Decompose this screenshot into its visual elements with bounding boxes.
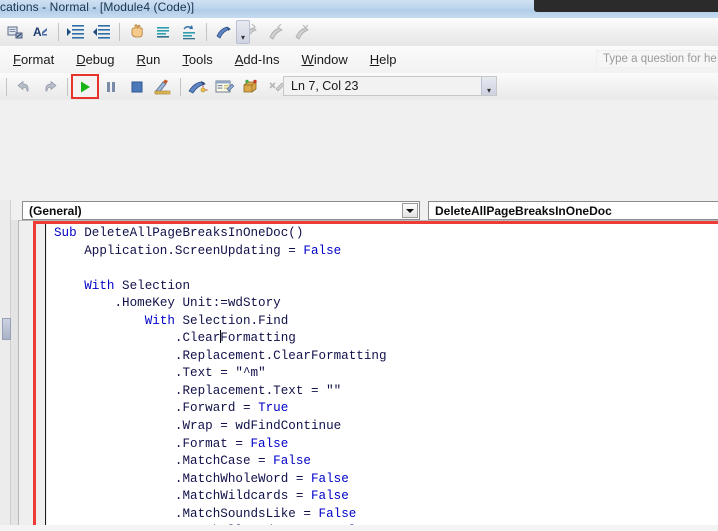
previous-bookmark-icon[interactable]: [263, 19, 289, 45]
run-highlight-box: [71, 74, 99, 99]
code-token: False: [318, 506, 357, 521]
code-token: "": [326, 383, 342, 398]
code-token: Sub: [54, 226, 85, 240]
object-dropdown-label: (General): [29, 203, 82, 218]
pause-icon[interactable]: [98, 74, 124, 99]
list-constants-icon[interactable]: A: [28, 19, 54, 45]
run-button[interactable]: [71, 74, 99, 99]
toolbar-separator: [67, 77, 68, 96]
code-token: .Text =: [174, 366, 236, 381]
menu-item-add-ins[interactable]: Add-Ins: [224, 49, 291, 70]
undo-icon[interactable]: [11, 74, 37, 99]
procedure-dropdown[interactable]: DeleteAllPageBreaksInOneDoc: [428, 201, 718, 220]
toolbar-separator: [206, 23, 207, 41]
edit-toolbar: A ▾: [0, 18, 718, 47]
outdent-icon[interactable]: [89, 19, 115, 45]
toolbar-separator: [6, 77, 7, 96]
comment-block-icon[interactable]: [150, 19, 176, 45]
code-token: .Forward =: [174, 401, 259, 416]
object-dropdown[interactable]: (General): [22, 201, 420, 220]
code-token: "^m": [235, 366, 266, 381]
code-token: False: [273, 454, 311, 469]
procedure-dropdown-label: DeleteAllPageBreaksInOneDoc: [435, 203, 612, 218]
code-token: .MatchCase =: [174, 454, 274, 469]
vba-editor-window: cations - Normal - [Module4 (Code)] A ▾ …: [0, 0, 718, 531]
vba-source-code[interactable]: Sub DeleteAllPageBreaksInOneDoc() Applic…: [47, 221, 718, 531]
code-token: .MatchSoundsLike =: [174, 506, 319, 521]
code-token: False: [250, 436, 289, 451]
stop-icon[interactable]: [124, 74, 150, 99]
code-token: DeleteAllPageBreaksInOneDoc(): [84, 226, 304, 240]
code-editor-frame: Sub DeleteAllPageBreaksInOneDoc() Applic…: [19, 220, 718, 531]
project-explorer-icon[interactable]: [185, 74, 211, 99]
code-token: .Clear: [174, 331, 221, 346]
code-token: False: [303, 243, 342, 258]
object-browser-icon[interactable]: [237, 74, 263, 99]
menu-item-format[interactable]: Format: [2, 49, 65, 70]
list-properties-methods-icon[interactable]: [2, 19, 28, 45]
bottom-edge-strip: [0, 525, 718, 531]
properties-window-icon[interactable]: [211, 74, 237, 99]
code-dropdown-bar: (General) DeleteAllPageBreaksInOneDoc: [18, 201, 718, 220]
code-token: With: [84, 278, 123, 293]
code-text-area[interactable]: Sub DeleteAllPageBreaksInOneDoc() Applic…: [47, 221, 718, 531]
clear-all-bookmarks-icon[interactable]: [289, 19, 315, 45]
help-search-input[interactable]: Type a question for he: [596, 50, 718, 68]
redo-icon[interactable]: [37, 74, 63, 99]
code-token: .Replacement.ClearFormatting: [174, 348, 387, 363]
toolbar-separator: [119, 23, 120, 41]
menu-item-window[interactable]: Window: [291, 49, 359, 70]
code-token: .MatchWholeWord =: [174, 471, 311, 486]
chevron-down-icon[interactable]: [402, 203, 418, 218]
standard-toolbar: ? Ln 7, Col 23 ▾: [0, 73, 718, 101]
toolbar-overflow-button[interactable]: ▾: [236, 20, 250, 44]
code-token: False: [310, 489, 349, 504]
toolbar-separator: [58, 23, 59, 41]
toolbar-separator: [180, 77, 181, 96]
uncomment-block-icon[interactable]: [176, 19, 202, 45]
code-token: .Wrap = wdFindContinue: [174, 419, 342, 434]
menu-item-debug[interactable]: Debug: [65, 49, 125, 70]
code-token: .HomeKey Unit:=wdStory: [114, 296, 281, 311]
svg-text:A: A: [33, 25, 42, 39]
design-mode-icon[interactable]: [150, 74, 176, 99]
menu-list: Format Debug Run Tools Add-Ins Window He…: [2, 46, 408, 73]
project-pane-scrollbar-thumb[interactable]: [2, 318, 11, 340]
code-window: (General) DeleteAllPageBreaksInOneDoc Su…: [0, 100, 718, 531]
menu-item-help[interactable]: Help: [359, 49, 408, 70]
code-token: Application.ScreenUpdating =: [84, 243, 304, 258]
code-token: With: [144, 313, 183, 328]
indent-icon[interactable]: [63, 19, 89, 45]
toggle-bookmark-icon[interactable]: [211, 19, 237, 45]
menu-bar: Format Debug Run Tools Add-Ins Window He…: [0, 46, 718, 74]
code-gutter-margin[interactable]: [19, 221, 46, 531]
code-token: Selection.Find: [182, 313, 289, 328]
code-token: False: [310, 471, 349, 486]
code-token: Formatting: [220, 331, 296, 346]
project-pane-scrollbar-track[interactable]: [0, 200, 11, 531]
run-icon: [81, 81, 90, 92]
code-token: .MatchWildcards =: [174, 489, 311, 504]
menu-item-tools[interactable]: Tools: [171, 49, 223, 70]
code-window-left-edge: [11, 220, 19, 531]
toggle-breakpoint-icon[interactable]: [124, 19, 150, 45]
cursor-position-box[interactable]: Ln 7, Col 23 ▾: [283, 76, 497, 96]
code-token: .Replacement.Text =: [174, 383, 327, 398]
code-token: True: [258, 401, 289, 416]
title-bar: cations - Normal - [Module4 (Code)]: [0, 0, 718, 18]
menu-item-run[interactable]: Run: [126, 49, 172, 70]
title-bar-overlay: [534, 0, 718, 12]
code-token: Selection: [122, 278, 191, 293]
position-box-dropdown[interactable]: ▾: [481, 77, 496, 95]
code-token: .Format =: [174, 436, 251, 451]
window-title: cations - Normal - [Module4 (Code)]: [0, 0, 195, 14]
cursor-position-label: Ln 7, Col 23: [291, 79, 359, 93]
